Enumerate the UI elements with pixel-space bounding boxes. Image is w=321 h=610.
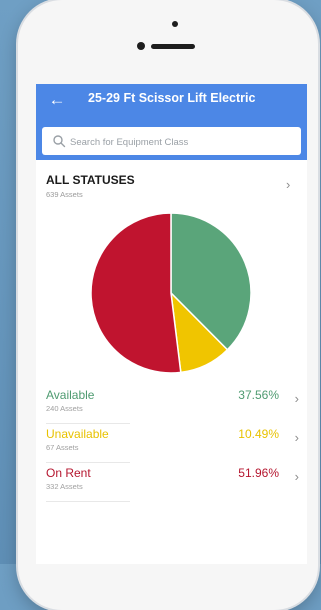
chevron-right-icon: › bbox=[294, 391, 299, 406]
status-row-on-rent[interactable]: On Rent 332 Assets 51.96% › bbox=[46, 466, 301, 502]
sensor-dot bbox=[172, 21, 178, 27]
search-input[interactable] bbox=[68, 131, 297, 153]
status-percent: 37.56% bbox=[238, 388, 279, 402]
status-count: 67 Assets bbox=[46, 443, 79, 452]
status-percent: 10.49% bbox=[238, 427, 279, 441]
status-pie-chart[interactable] bbox=[90, 212, 252, 374]
search-icon bbox=[53, 135, 66, 148]
status-row-unavailable[interactable]: Unavailable 67 Assets 10.49% › bbox=[46, 427, 301, 463]
status-count: 240 Assets bbox=[46, 404, 83, 413]
camera-icon bbox=[137, 42, 145, 50]
summary-subtitle: 639 Assets bbox=[46, 190, 83, 199]
status-label: Unavailable bbox=[46, 427, 109, 441]
summary-title: ALL STATUSES bbox=[46, 173, 135, 187]
app-bar: ← 25-29 Ft Scissor Lift Electric bbox=[36, 84, 307, 160]
back-arrow-icon[interactable]: ← bbox=[46, 90, 68, 110]
chevron-right-icon[interactable]: › bbox=[286, 177, 290, 192]
status-label: Available bbox=[46, 388, 95, 402]
page-title: 25-29 Ft Scissor Lift Electric bbox=[88, 91, 256, 105]
status-label: On Rent bbox=[46, 466, 91, 480]
status-count: 332 Assets bbox=[46, 482, 83, 491]
pie-slice-on-rent[interactable] bbox=[90, 212, 182, 374]
divider bbox=[46, 423, 130, 424]
search-bar[interactable] bbox=[42, 127, 301, 155]
divider bbox=[46, 462, 130, 463]
status-percent: 51.96% bbox=[238, 466, 279, 480]
app-screen: ← 25-29 Ft Scissor Lift Electric ALL STA… bbox=[36, 84, 307, 564]
divider bbox=[46, 501, 130, 502]
speaker-grille bbox=[151, 44, 195, 49]
chevron-right-icon: › bbox=[294, 469, 299, 484]
status-row-available[interactable]: Available 240 Assets 37.56% › bbox=[46, 388, 301, 424]
chevron-right-icon: › bbox=[294, 430, 299, 445]
